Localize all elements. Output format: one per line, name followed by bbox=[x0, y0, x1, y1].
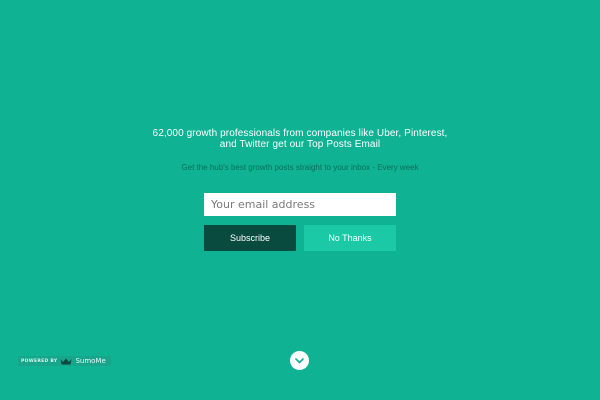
chevron-down-icon bbox=[295, 357, 304, 363]
popup-headline: 62,000 growth professionals from compani… bbox=[0, 128, 600, 150]
brand-label: SumoMe bbox=[75, 357, 106, 365]
no-thanks-button[interactable]: No Thanks bbox=[304, 225, 396, 251]
crown-icon bbox=[60, 358, 72, 364]
powered-by-badge[interactable]: POWERED BY SumoMe bbox=[18, 356, 111, 366]
subscribe-button[interactable]: Subscribe bbox=[204, 225, 296, 251]
scroll-down-button[interactable] bbox=[290, 351, 309, 370]
headline-line-2: and Twitter get our Top Posts Email bbox=[219, 139, 381, 150]
popup-subline: Get the hub's best growth posts straight… bbox=[181, 163, 419, 172]
email-input[interactable] bbox=[204, 193, 396, 216]
powered-by-label: POWERED BY bbox=[21, 358, 58, 364]
headline-line-1: 62,000 growth professionals from compani… bbox=[152, 128, 448, 139]
